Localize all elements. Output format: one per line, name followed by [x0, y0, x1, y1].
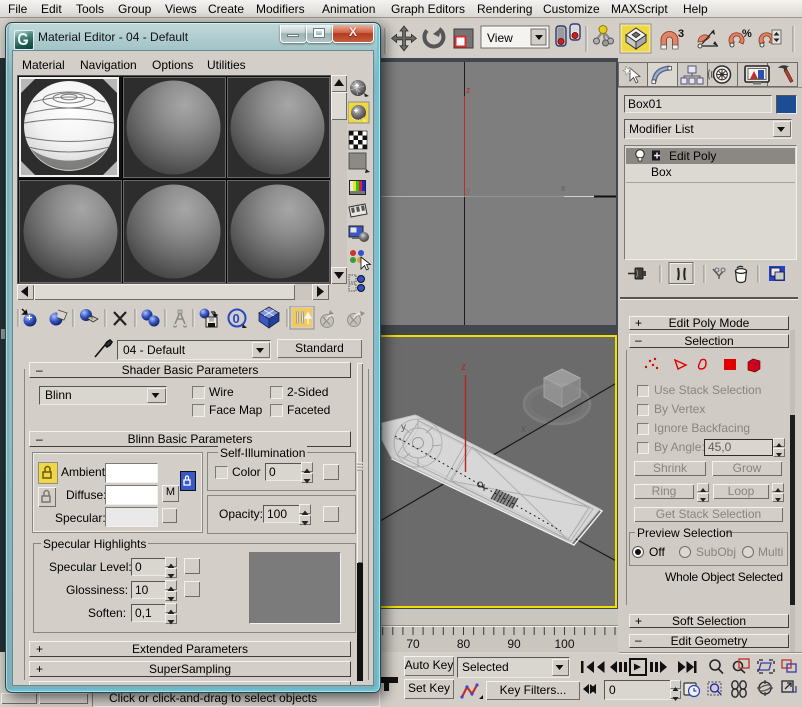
svg-text:100: 100	[554, 637, 574, 651]
svg-text:%: %	[742, 28, 752, 40]
svg-text:View: View	[487, 31, 513, 45]
svg-text:x: x	[561, 183, 566, 193]
svg-text:y: y	[466, 185, 471, 195]
svg-text:z: z	[466, 85, 471, 95]
svg-text:90: 90	[507, 637, 521, 651]
svg-text:y: y	[401, 422, 406, 433]
svg-text:3: 3	[678, 28, 684, 40]
svg-text:0: 0	[233, 311, 240, 326]
svg-text:z: z	[461, 362, 466, 373]
svg-text:70: 70	[406, 637, 420, 651]
svg-text:80: 80	[457, 637, 471, 651]
svg-text:x: x	[521, 424, 526, 435]
